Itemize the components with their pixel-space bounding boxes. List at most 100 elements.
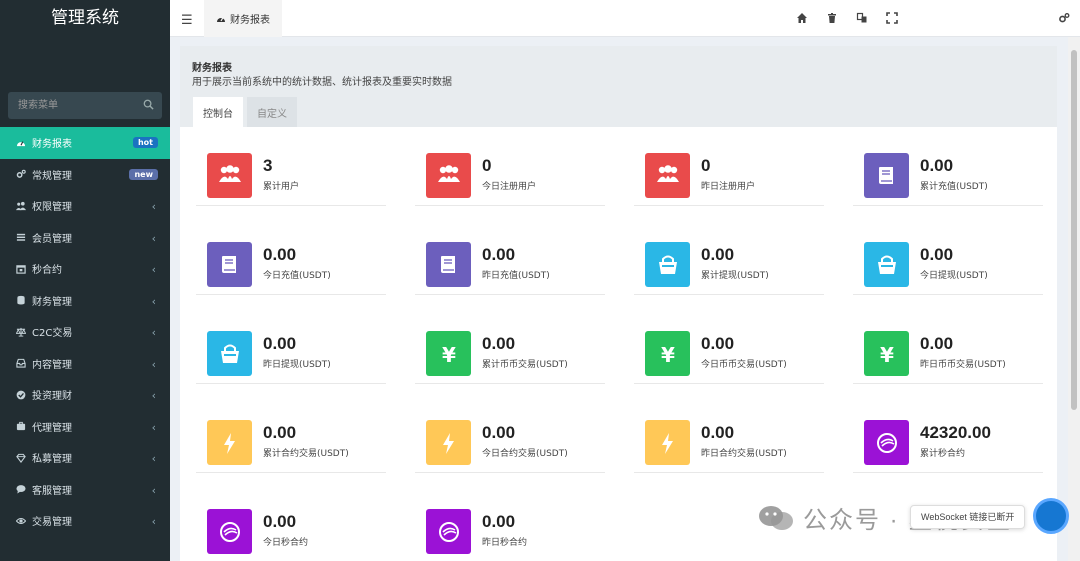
websocket-button[interactable] [1033, 498, 1069, 534]
comment-icon [16, 485, 26, 494]
stat-label: 今日注册用户 [482, 182, 537, 192]
stat-value: 0.00 [482, 334, 516, 353]
stat-label: 今日充值(USDT) [263, 271, 331, 281]
stat-value: 0.00 [920, 334, 954, 353]
sidebar-item-3[interactable]: 会员管理 ‹ [0, 222, 170, 254]
stat-icon-box [207, 331, 252, 376]
scrollbar-thumb[interactable] [1071, 50, 1077, 410]
translate-icon[interactable] [856, 12, 868, 24]
stat-icon-box [645, 153, 690, 198]
stat-icon-box: ¥ [645, 331, 690, 376]
menu-toggle-icon[interactable]: ☰ [181, 12, 193, 28]
settings-icon[interactable] [1058, 12, 1070, 24]
sidebar-item-12[interactable]: 交易管理 ‹ [0, 505, 170, 537]
sidebar-item-label: 客服管理 [32, 485, 72, 497]
websocket-toast: WebSocket 链接已断开 [910, 505, 1026, 529]
stat-label: 今日合约交易(USDT) [482, 449, 568, 459]
sidebar-item-5[interactable]: 财务管理 ‹ [0, 285, 170, 317]
sidebar-item-label: 会员管理 [32, 233, 72, 245]
stat-value: 0 [482, 156, 492, 175]
shopping-bag-icon [220, 344, 239, 363]
chevron-left-icon: ‹ [151, 357, 156, 371]
stat-label: 今日提现(USDT) [920, 271, 988, 281]
stat-icon-box [864, 420, 909, 465]
stat-icon-box [207, 242, 252, 287]
calendar-icon [16, 264, 26, 274]
stat-card: 0.00 今日提现(USDT) [853, 233, 1043, 295]
tab-finance-report[interactable]: 财务报表 [204, 0, 282, 37]
stat-icon-box [207, 420, 252, 465]
sidebar-item-10[interactable]: 私募管理 ‹ [0, 442, 170, 474]
home-icon[interactable] [796, 12, 808, 24]
sidebar-item-11[interactable]: 客服管理 ‹ [0, 474, 170, 506]
sidebar-item-label: 代理管理 [32, 422, 72, 434]
stat-card: 0 今日注册用户 [415, 144, 605, 206]
book-icon [221, 255, 236, 273]
stat-card: 0 昨日注册用户 [634, 144, 824, 206]
bolt-icon [442, 432, 454, 454]
stat-card: ¥0.00 昨日币币交易(USDT) [853, 322, 1043, 384]
stat-card: 0.00 昨日提现(USDT) [196, 322, 386, 384]
stat-icon-box [426, 242, 471, 287]
stat-label: 昨日币币交易(USDT) [920, 360, 1006, 370]
list-icon [16, 234, 26, 241]
sidebar-item-label: 权限管理 [32, 202, 72, 214]
trash-icon[interactable] [826, 12, 838, 24]
sidebar-item-6[interactable]: C2C交易 ‹ [0, 316, 170, 348]
stat-value: 0.00 [263, 245, 297, 264]
sidebar: 管理系统 财务报表hot常规管理new权限管理‹会员管理‹秒合约‹财务管理‹C2… [0, 0, 170, 561]
search-icon[interactable] [143, 99, 154, 110]
bolt-icon [223, 432, 235, 454]
sidebar-item-4[interactable]: 秒合约 ‹ [0, 253, 170, 285]
users-icon [437, 164, 460, 182]
sidebar-item-7[interactable]: 内容管理 ‹ [0, 348, 170, 380]
sidebar-item-0[interactable]: 财务报表 hot [0, 127, 170, 159]
stat-label: 累计秒合约 [920, 449, 966, 459]
chevron-left-icon: ‹ [151, 389, 156, 402]
inbox-icon [16, 359, 26, 368]
stat-card: 0.00 今日充值(USDT) [196, 233, 386, 295]
stat-label: 昨日充值(USDT) [482, 271, 550, 281]
fullscreen-icon[interactable] [886, 12, 898, 24]
stat-icon-box: ¥ [426, 331, 471, 376]
sidebar-item-9[interactable]: 代理管理 ‹ [0, 411, 170, 443]
menu-search-input[interactable] [8, 92, 162, 119]
shopping-bag-icon [658, 255, 677, 274]
wechat-icon [759, 505, 793, 530]
sidebar-item-2[interactable]: 权限管理 ‹ [0, 190, 170, 222]
yen-icon: ¥ [442, 343, 456, 367]
users-icon [16, 201, 26, 210]
sidebar-item-8[interactable]: 投资理财 ‹ [0, 379, 170, 411]
stat-card: 0.00 昨日秒合约 [415, 500, 605, 561]
topbar: ☰ 财务报表 [170, 0, 1080, 37]
yen-icon: ¥ [880, 343, 894, 367]
stat-value: 3 [263, 156, 273, 175]
briefcase-icon [16, 422, 26, 431]
stat-value: 0.00 [920, 156, 954, 175]
sidebar-item-label: C2C交易 [32, 328, 73, 340]
stat-icon-box [426, 420, 471, 465]
sidebar-item-1[interactable]: 常规管理 new [0, 159, 170, 191]
stat-label: 累计充值(USDT) [920, 182, 988, 192]
stat-label: 今日秒合约 [263, 538, 309, 548]
stat-icon-box [645, 242, 690, 287]
stat-card: 3 累计用户 [196, 144, 386, 206]
stat-label: 今日币币交易(USDT) [701, 360, 787, 370]
dashboard-icon [217, 17, 225, 22]
tab-custom[interactable]: 自定义 [247, 97, 297, 127]
stat-card: ¥0.00 今日币币交易(USDT) [634, 322, 824, 384]
sidebar-menu: 财务报表 hot 常规管理 new 权限管理 ‹ 会员管理 ‹ 秒合约 ‹ 财务管理 ‹ C2C交易 ‹ 内… [0, 127, 170, 537]
sidebar-item-label: 私募管理 [32, 454, 72, 466]
yen-icon: ¥ [661, 343, 675, 367]
menu-badge-new: new [129, 168, 158, 180]
sidebar-item-label: 内容管理 [32, 359, 72, 371]
page-scrollbar[interactable] [1068, 37, 1080, 561]
chevron-left-icon: ‹ [151, 452, 156, 465]
stat-label: 昨日注册用户 [701, 182, 756, 192]
diamond-icon [16, 453, 26, 463]
stat-card: 0.00 昨日合约交易(USDT) [634, 411, 824, 473]
tab-console[interactable]: 控制台 [193, 97, 243, 127]
stat-value: 0.00 [701, 245, 735, 264]
menu-search [8, 92, 162, 119]
stat-label: 昨日提现(USDT) [263, 360, 331, 370]
